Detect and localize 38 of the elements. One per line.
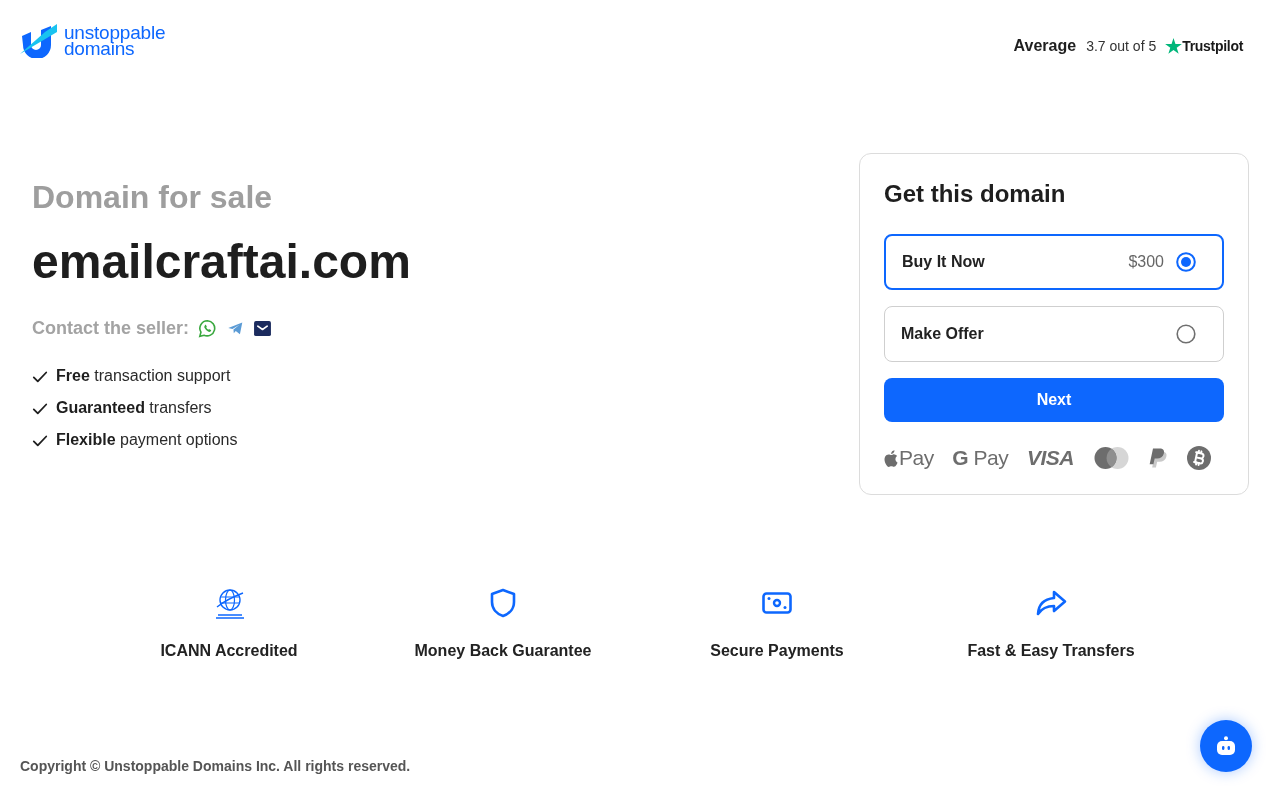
guarantee-label: ICANN Accredited	[160, 641, 298, 661]
next-button[interactable]: Next	[884, 378, 1224, 422]
guarantee-label: Secure Payments	[710, 641, 844, 661]
globe-icon	[213, 587, 245, 619]
overlapping-circles-icon	[1092, 446, 1130, 470]
contact-label: Contact the seller:	[32, 316, 190, 340]
chat-bubble-phone-icon[interactable]	[198, 318, 218, 338]
payment-label: VISA	[1026, 445, 1074, 471]
rating-label: Average	[1013, 36, 1077, 56]
p-logo-icon	[1148, 446, 1169, 470]
brand-text: Trustpilot	[1182, 36, 1243, 56]
star-icon	[1165, 38, 1183, 54]
eyebrow-text: Domain for sale	[32, 178, 274, 217]
domain-name: emailcraftai.com	[32, 234, 411, 290]
price-text: $300	[1128, 252, 1164, 272]
radio-button[interactable]	[1176, 324, 1196, 344]
logo-text: unstoppable domains	[64, 25, 166, 57]
option-label: Make Offer	[901, 324, 985, 344]
robot-icon	[1216, 736, 1236, 756]
perk-text: Free transaction support	[56, 366, 231, 386]
payment-label: G Pay	[952, 445, 1009, 471]
rating-score: 3.7 out of 5	[1086, 36, 1157, 56]
apple-icon	[884, 449, 898, 467]
chat-button[interactable]	[1200, 720, 1252, 772]
option-label: Buy It Now	[902, 252, 986, 272]
card-title: Get this domain	[884, 179, 1067, 209]
coin-icon	[1186, 446, 1211, 470]
copyright-text: Copyright © Unstoppable Domains Inc. All rights reserved.	[20, 757, 412, 776]
purchase-option[interactable]: Make Offer	[884, 306, 1224, 362]
logo-icon	[20, 24, 58, 58]
radio-button[interactable]	[1176, 252, 1196, 272]
envelope-icon[interactable]	[254, 320, 272, 336]
payment-label: Pay	[899, 445, 934, 471]
guarantee-label: Fast & Easy Transfers	[967, 641, 1135, 661]
perk-text: Flexible payment options	[56, 430, 238, 450]
guarantee-label: Money Back Guarantee	[414, 641, 592, 661]
perk-text: Guaranteed transfers	[56, 398, 212, 418]
purchase-option[interactable]: Buy It Now $300	[884, 234, 1224, 290]
